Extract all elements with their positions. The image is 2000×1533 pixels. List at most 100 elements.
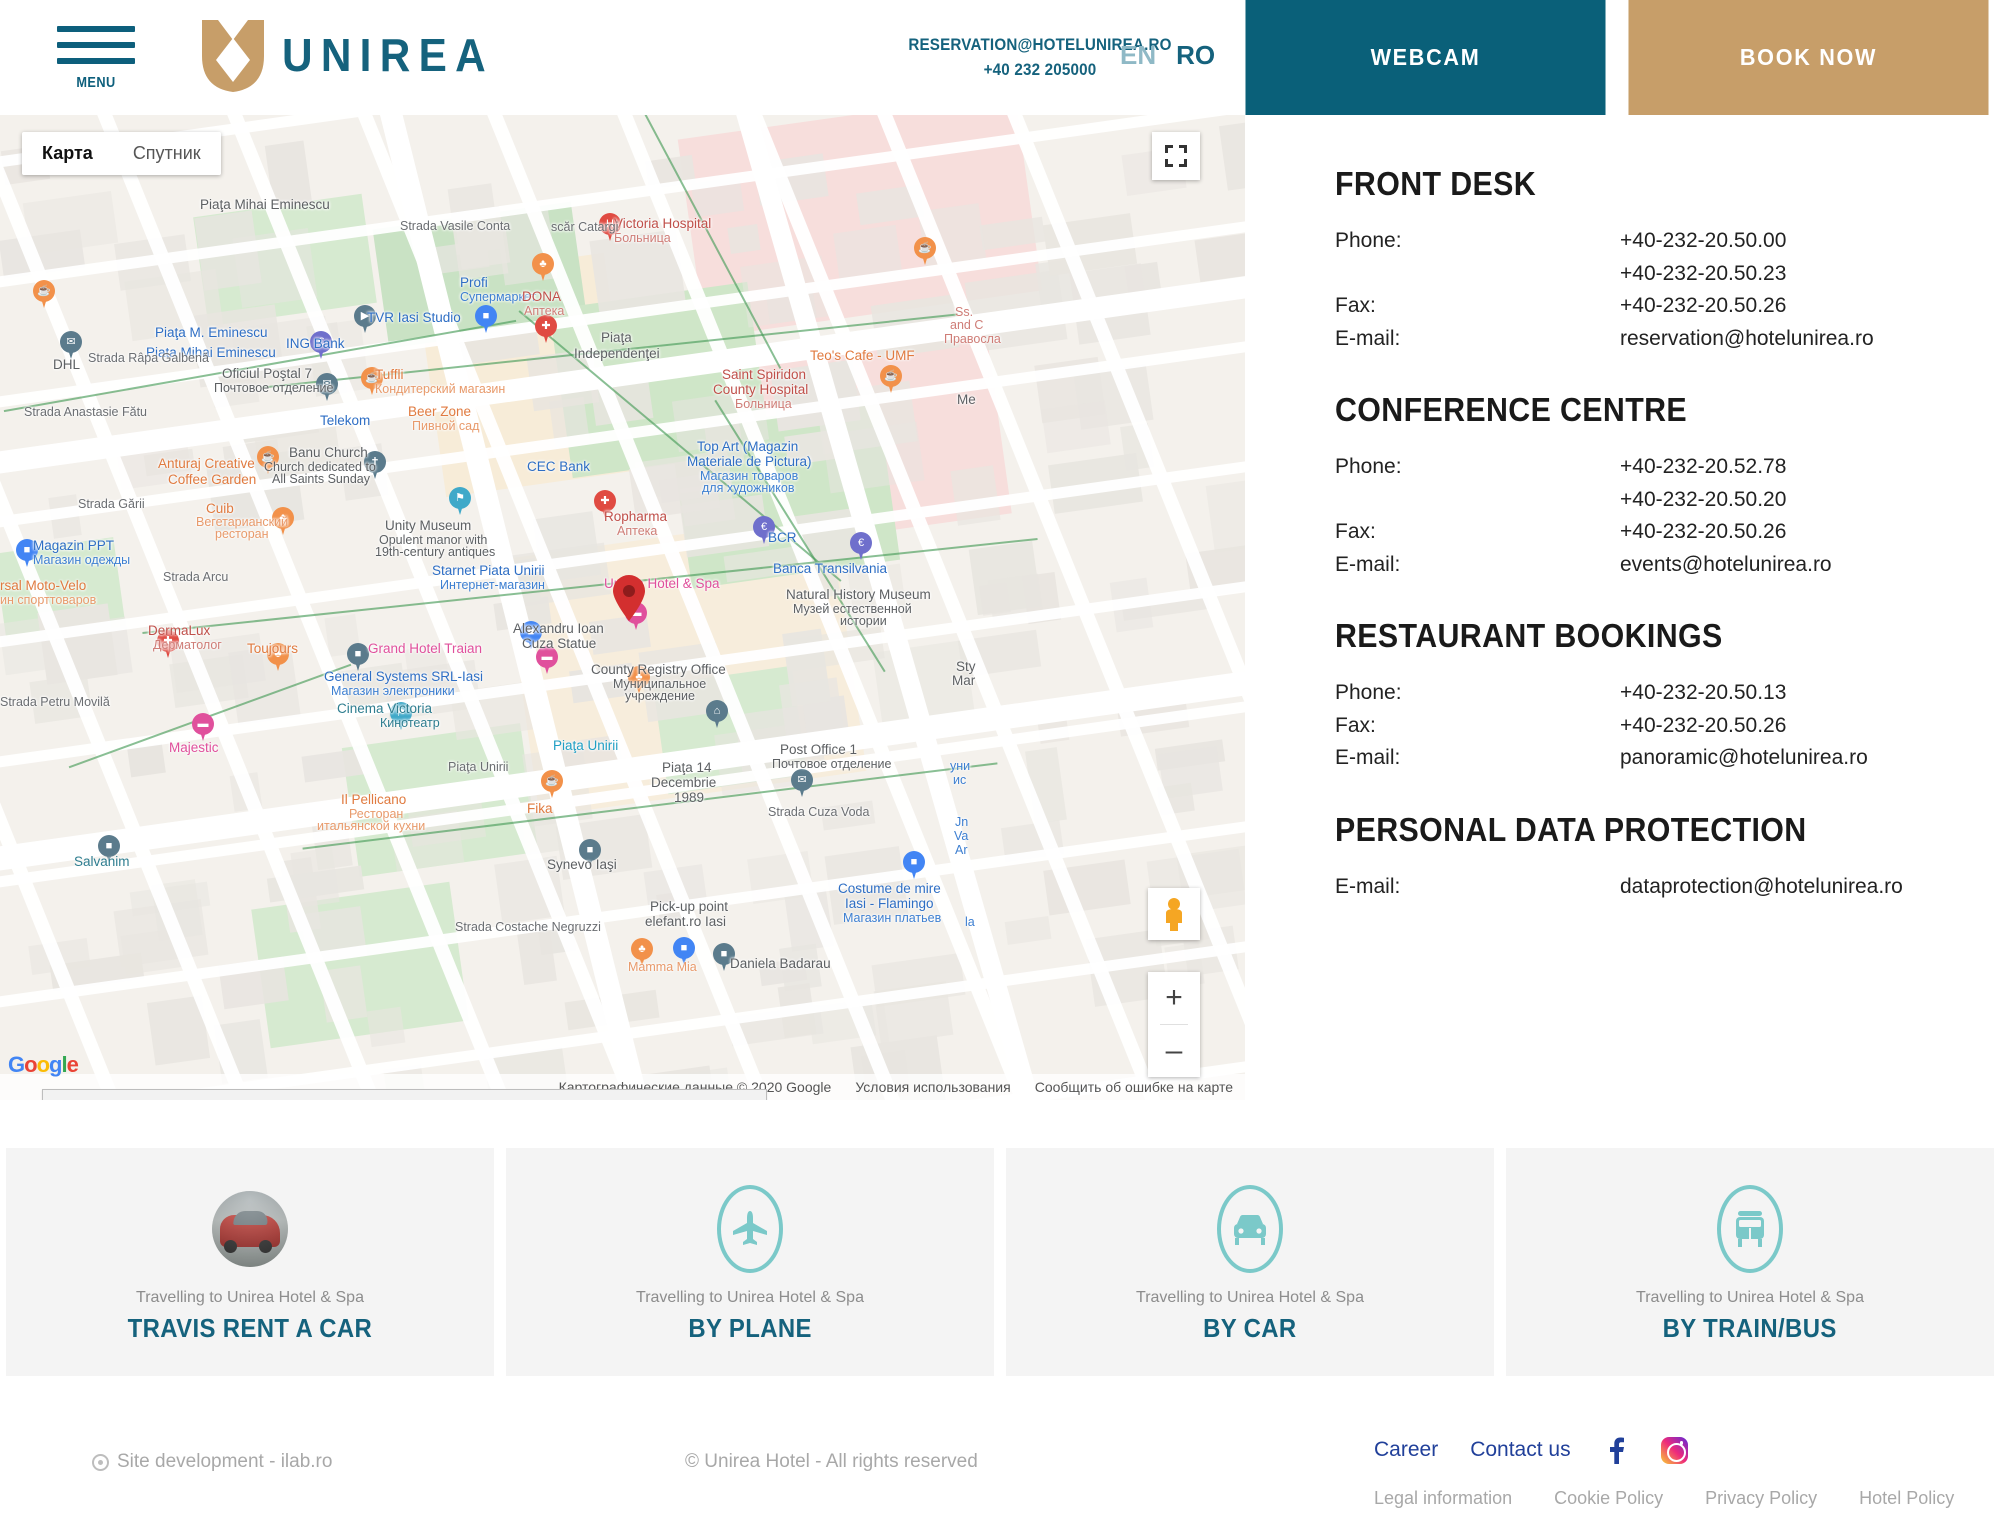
map-label: DermaLux — [148, 623, 211, 638]
facebook-icon[interactable] — [1603, 1436, 1629, 1464]
lang-en[interactable]: EN — [1120, 40, 1156, 71]
card-media — [717, 1181, 783, 1277]
map-label: scăr Catargi — [551, 220, 619, 234]
map-poi-pin[interactable]: ☕ — [880, 365, 902, 395]
footer-link[interactable]: Contact us — [1470, 1438, 1570, 1462]
card-title: BY PLANE — [688, 1312, 812, 1343]
map-label: ис — [953, 773, 967, 787]
footer-legal-link[interactable]: Legal information — [1374, 1488, 1512, 1509]
card-subtitle: Travelling to Unirea Hotel & Spa — [136, 1288, 364, 1306]
menu-bar — [57, 58, 135, 64]
contact-section: CONFERENCE CENTRE Phone: +40-232-20.52.78x… — [1335, 391, 1940, 581]
travel-card[interactable]: Travelling to Unirea Hotel & Spa TRAVIS R… — [6, 1148, 494, 1376]
contact-value[interactable]: +40-232-20.50.26 — [1620, 290, 1786, 323]
contact-value[interactable]: +40-232-20.50.13 — [1620, 677, 1786, 710]
brand-logo[interactable]: UNIREA — [198, 16, 512, 94]
map-label: Telekom — [320, 413, 371, 428]
travel-card[interactable]: Travelling to Unirea Hotel & Spa BY TRAIN… — [1506, 1148, 1994, 1376]
map-poi-pin[interactable]: ■ — [903, 851, 925, 881]
footer-legal-link[interactable]: Privacy Policy — [1705, 1488, 1817, 1509]
street-view-pegman-icon[interactable] — [1148, 888, 1200, 940]
footer-legal-link[interactable]: Cookie Policy — [1554, 1488, 1663, 1509]
contact-value[interactable]: events@hotelunirea.ro — [1620, 549, 1832, 582]
map-label: Mar — [952, 673, 976, 688]
contact-value[interactable]: +40-232-20.50.26 — [1620, 516, 1786, 549]
map-label: Магазин одежды — [33, 553, 131, 567]
site-development-credit[interactable]: Site development - ilab.ro — [92, 1451, 332, 1473]
report-error-link[interactable]: Сообщить об ошибке на карте — [1035, 1079, 1233, 1095]
get-directions-select[interactable]: - get directions - ▲▼ — [42, 1089, 767, 1100]
map-tab-satellite[interactable]: Спутник — [112, 132, 221, 175]
card-subtitle: Travelling to Unirea Hotel & Spa — [636, 1288, 864, 1306]
contact-row: Phone: +40-232-20.52.78 — [1335, 451, 1940, 484]
travel-card[interactable]: Travelling to Unirea Hotel & Spa BY CAR — [1006, 1148, 1494, 1376]
book-now-button[interactable]: BOOK NOW — [1628, 0, 1989, 115]
map-poi-pin[interactable]: ☕ — [914, 237, 936, 267]
map-poi-pin[interactable]: ⌂ — [706, 700, 728, 730]
contact-value[interactable]: reservation@hotelunirea.ro — [1620, 323, 1874, 356]
map-poi-pin[interactable]: ⚑ — [449, 487, 471, 517]
map-poi-pin[interactable]: ☕ — [541, 770, 563, 800]
zoom-out-button[interactable]: – — [1148, 1025, 1200, 1077]
hotel-location-marker[interactable] — [612, 575, 646, 621]
map-label: Аптека — [524, 304, 565, 318]
contact-value[interactable]: dataprotection@hotelunirea.ro — [1620, 871, 1903, 904]
map-label: Strada Vasile Conta — [400, 219, 511, 233]
contact-label: Phone: — [1335, 229, 1402, 252]
bus-icon — [1717, 1184, 1783, 1273]
map-label: Mamma Mia — [628, 960, 697, 974]
map-label: Strada Arcu — [163, 570, 229, 584]
map-poi-pin[interactable]: ♣ — [532, 253, 554, 283]
map-label: Unity Museum — [385, 518, 472, 533]
menu-label: MENU — [76, 74, 116, 91]
contact-value[interactable]: +40-232-20.50.23 — [1620, 258, 1786, 291]
unirea-crest-icon — [198, 16, 268, 94]
webcam-button[interactable]: WEBCAM — [1245, 0, 1606, 115]
map-container[interactable]: H ♣ ■ ✚ ☕ ▶ ✉ € ✉ ☕ ☕ ♣ ✝ ⚑ ✚ € € ■ ✚ ♣ ■ ■ ▬ ▬ ♣ ▬ ⚑ ⌂ ✉ ■ ☕ ■ ■ ♣ ■ ■ ☕ ☕ Pi… — [0, 115, 1245, 1100]
terms-of-use-link[interactable]: Условия использования — [855, 1079, 1010, 1095]
contact-value[interactable]: +40-232-20.50.00 — [1620, 225, 1786, 258]
lang-ro[interactable]: RO — [1176, 40, 1215, 71]
map-tab-map[interactable]: Карта — [22, 132, 113, 175]
map-label: Аптека — [617, 524, 658, 538]
contact-value[interactable]: +40-232-20.50.20 — [1620, 484, 1786, 517]
site-footer: Site development - ilab.ro © Unirea Hote… — [0, 1376, 2000, 1533]
map-poi-pin[interactable]: ▬ — [192, 713, 214, 743]
contact-value[interactable]: +40-232-20.50.26 — [1620, 710, 1786, 743]
footer-legal-link[interactable]: Hotel Policy — [1859, 1488, 1954, 1509]
map-label: TVR Iasi Studio — [367, 310, 461, 325]
card-title: BY CAR — [1203, 1312, 1297, 1343]
map-label: Il Pellicano — [341, 792, 407, 807]
contact-label: E-mail: — [1335, 875, 1401, 899]
map-label: Starnet Piata Unirii — [432, 563, 545, 578]
footer-link[interactable]: Career — [1374, 1438, 1438, 1462]
map-label: итальянской кухни — [317, 819, 426, 833]
map-label: Strada Râpa Galbenă — [88, 351, 209, 365]
map-label: Ar — [955, 843, 968, 857]
map-label: ин спорттоваров — [0, 593, 97, 607]
map-canvas[interactable]: H ♣ ■ ✚ ☕ ▶ ✉ € ✉ ☕ ☕ ♣ ✝ ⚑ ✚ € € ■ ✚ ♣ ■ ■ ▬ ▬ ♣ ▬ ⚑ ⌂ ✉ ■ ☕ ■ ■ ♣ ■ ■ ☕ ☕ Pi… — [0, 115, 1245, 1100]
fullscreen-button[interactable] — [1152, 132, 1200, 180]
map-label: Beer Zone — [408, 404, 472, 419]
map-label: учреждение — [625, 689, 695, 703]
contact-label: E-mail: — [1335, 552, 1401, 576]
travel-card[interactable]: Travelling to Unirea Hotel & Spa BY PLANE — [506, 1148, 994, 1376]
contact-value[interactable]: panoramic@hotelunirea.ro — [1620, 742, 1868, 775]
map-poi-pin[interactable]: ✉ — [791, 769, 813, 799]
map-label: Ss. — [955, 305, 974, 319]
map-poi-pin[interactable]: ■ — [475, 305, 497, 335]
zoom-in-button[interactable]: + — [1148, 972, 1200, 1024]
contact-row: E-mail: dataprotection@hotelunirea.ro — [1335, 871, 1940, 904]
map-poi-pin[interactable]: ✚ — [535, 315, 557, 345]
plane-icon — [717, 1184, 783, 1273]
menu-button[interactable]: MENU — [57, 26, 135, 91]
map-shape — [126, 743, 166, 778]
map-type-tabs: Карта Спутник — [22, 132, 221, 175]
map-label: Магазин платьев — [843, 911, 942, 925]
map-label: County Hospital — [713, 382, 809, 397]
instagram-icon[interactable] — [1660, 1436, 1688, 1464]
map-label: Strada Costache Negruzzi — [455, 920, 601, 934]
map-poi-pin[interactable]: € — [850, 532, 872, 562]
map-poi-pin[interactable]: ☕ — [33, 280, 55, 310]
contact-value[interactable]: +40-232-20.52.78 — [1620, 451, 1786, 484]
